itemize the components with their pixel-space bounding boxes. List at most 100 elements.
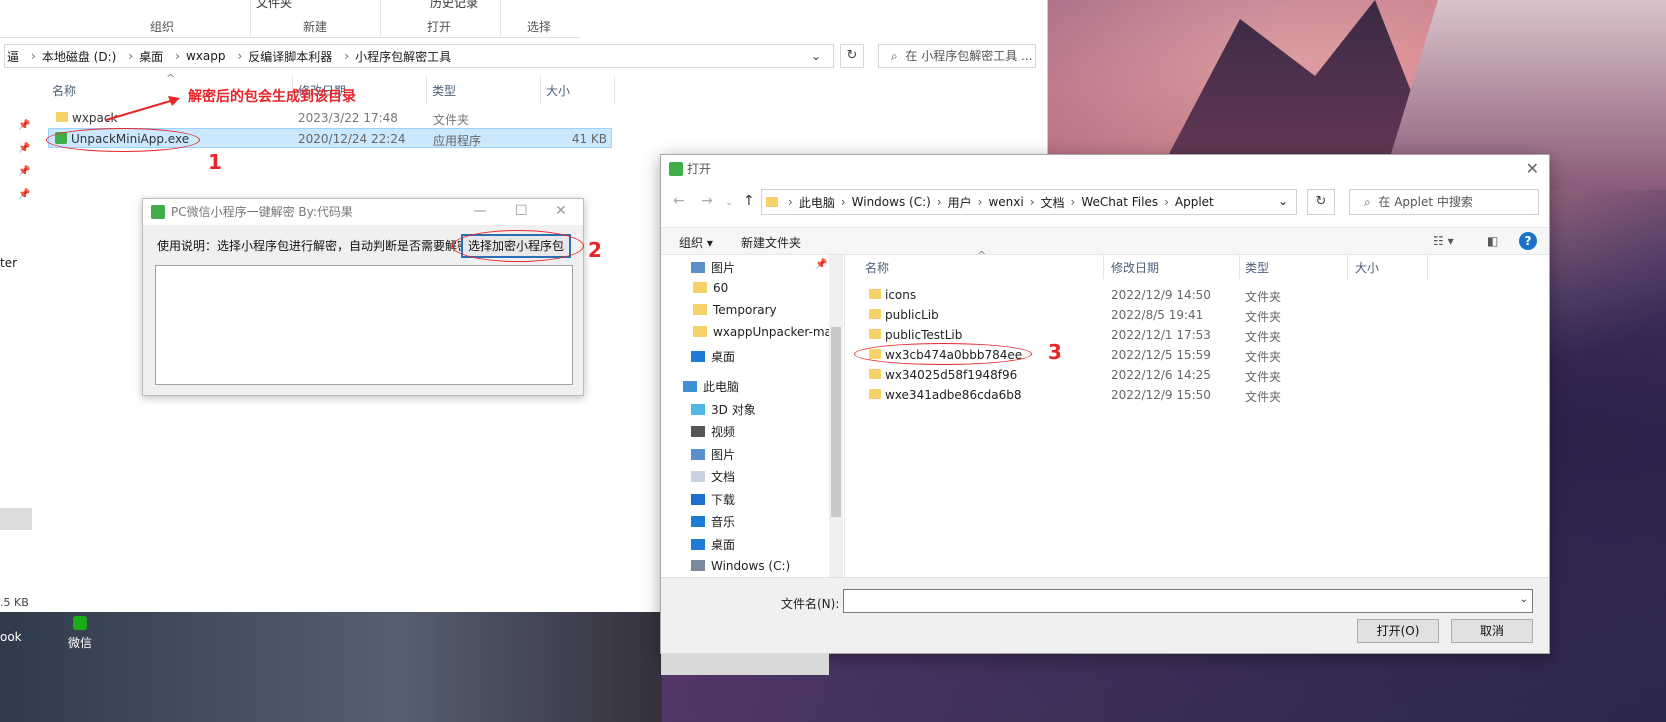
chevron-down-icon[interactable]: ⌄	[811, 49, 821, 63]
output-textarea[interactable]	[155, 265, 573, 385]
file-type: 应用程序	[433, 134, 482, 148]
nav-scrollbar-thumb[interactable]	[831, 327, 841, 517]
help-icon[interactable]: ?	[1519, 232, 1537, 250]
search-placeholder: 在 Applet 中搜索	[1378, 195, 1473, 209]
refresh-button[interactable]: ↻	[840, 44, 864, 68]
breadcrumb-item[interactable]: 小程序包解密工具	[355, 48, 451, 65]
refresh-button[interactable]: ↻	[1307, 189, 1335, 215]
filename-input[interactable]: ⌄	[843, 589, 1533, 613]
forward-arrow-icon[interactable]: →	[701, 193, 713, 209]
column-header-type[interactable]: 类型	[1245, 259, 1269, 276]
annotation-note: 解密后的包会生成到该目录	[188, 89, 356, 105]
row-date: 2022/12/6 14:25	[1111, 368, 1211, 382]
minimize-icon[interactable]: —	[473, 203, 487, 219]
row-type: 文件夹	[1245, 350, 1282, 364]
nav-item[interactable]: wxappUnpacker-mast	[693, 325, 843, 339]
nav-item[interactable]: Temporary	[693, 303, 777, 317]
nav-item[interactable]: 视频	[691, 423, 735, 440]
breadcrumb-item[interactable]: 此电脑	[799, 194, 835, 211]
ribbon-label[interactable]: 文件夹	[256, 0, 292, 11]
new-folder-button[interactable]: 新建文件夹	[741, 234, 801, 251]
breadcrumb-item[interactable]: 桌面	[139, 48, 163, 65]
address-bar[interactable]: 逼 › 本地磁盘 (D:) › 桌面 › wxapp › 反编译脚本利器 › 小程序包解密…	[4, 44, 834, 68]
list-item[interactable]: publicTestLib 2022/12/1 17:53 文件夹	[865, 325, 1425, 345]
file-type: 文件夹	[433, 113, 470, 127]
folder-icon	[56, 112, 68, 122]
nav-item-this-pc[interactable]: 此电脑	[683, 378, 739, 395]
column-header-size[interactable]: 大小	[1355, 259, 1379, 276]
breadcrumb-item[interactable]: 用户	[948, 194, 972, 211]
nav-item-drive-c[interactable]: Windows (C:)	[691, 559, 790, 573]
nav-item[interactable]: 图片	[691, 259, 735, 276]
desktop-icon-label[interactable]: ook	[0, 630, 22, 644]
dialog-search-input[interactable]: ⌕ 在 Applet 中搜索	[1349, 189, 1539, 215]
column-header-size[interactable]: 大小	[546, 82, 570, 99]
pin-icon[interactable]: 📌	[18, 166, 30, 177]
annotation-ellipse	[854, 343, 1032, 365]
row-name: wxe341adbe86cda6b8	[885, 388, 1022, 402]
nav-item[interactable]: 音乐	[691, 513, 735, 530]
nav-item[interactable]: 文档	[691, 468, 735, 485]
chevron-down-icon[interactable]: ⌄	[1520, 594, 1528, 605]
pin-icon[interactable]: 📌	[18, 120, 30, 131]
column-header-name[interactable]: 名称	[52, 82, 76, 99]
search-icon: ⌕	[1364, 195, 1371, 209]
breadcrumb-item[interactable]: 文档	[1041, 194, 1065, 211]
column-header-date[interactable]: 修改日期	[1111, 259, 1159, 276]
breadcrumb-item[interactable]: wxapp	[186, 49, 226, 63]
desktop-icon-wechat[interactable]: 微信	[50, 612, 110, 662]
row-date: 2022/12/9 15:50	[1111, 388, 1211, 402]
ribbon-label[interactable]: 历史记录	[430, 0, 478, 11]
breadcrumb-item[interactable]: 本地磁盘 (D:)	[42, 48, 116, 65]
breadcrumb-item[interactable]: 反编译脚本利器	[248, 48, 332, 65]
up-arrow-icon[interactable]: ↑	[743, 193, 755, 209]
breadcrumb-item[interactable]: wenxi	[988, 195, 1023, 209]
nav-item[interactable]: 桌面	[691, 536, 735, 553]
search-input[interactable]: ⌕ 在 小程序包解密工具 ...	[878, 44, 1036, 68]
maximize-icon[interactable]: ☐	[515, 203, 528, 219]
search-placeholder: 在 小程序包解密工具 ...	[905, 49, 1033, 63]
close-icon[interactable]: ✕	[1526, 159, 1539, 178]
3d-objects-icon	[691, 404, 705, 415]
column-header-type[interactable]: 类型	[432, 82, 456, 99]
pin-icon[interactable]: 📌	[18, 143, 30, 154]
breadcrumb-item[interactable]: WeChat Files	[1081, 195, 1158, 209]
dialog-nav-pane: 图片 📌 60 Temporary wxappUnpacker-mast 桌面 …	[661, 255, 845, 675]
ribbon-group-new: 新建	[303, 20, 328, 34]
nav-selected-item[interactable]	[0, 508, 32, 530]
nav-item[interactable]: 60	[693, 281, 728, 295]
filename-label: 文件名(N):	[781, 597, 840, 611]
folder-icon	[869, 329, 881, 339]
list-item[interactable]: icons 2022/12/9 14:50 文件夹	[865, 285, 1425, 305]
row-name: publicLib	[885, 308, 939, 322]
preview-pane-icon[interactable]: ◧	[1487, 234, 1498, 248]
nav-selected-item	[661, 653, 829, 675]
close-icon[interactable]: ✕	[555, 203, 567, 219]
nav-fragment[interactable]: ter	[0, 256, 17, 270]
row-type: 文件夹	[1245, 310, 1282, 324]
cancel-button[interactable]: 取消	[1451, 619, 1533, 643]
list-item[interactable]: wx34025d58f1948f96 2022/12/6 14:25 文件夹	[865, 365, 1425, 385]
row-date: 2022/8/5 19:41	[1111, 308, 1204, 322]
back-arrow-icon[interactable]: ←	[673, 193, 685, 209]
row-date: 2022/12/9 14:50	[1111, 288, 1211, 302]
annotation-ellipse	[452, 230, 584, 262]
chevron-down-icon[interactable]: ⌄	[1278, 194, 1288, 208]
column-header-name[interactable]: 名称	[865, 259, 889, 276]
nav-item[interactable]: 下载	[691, 491, 735, 508]
row-name: icons	[885, 288, 917, 302]
nav-item[interactable]: 桌面	[691, 348, 735, 365]
breadcrumb-item[interactable]: Windows (C:)	[852, 195, 931, 209]
nav-item[interactable]: 3D 对象	[691, 401, 756, 418]
breadcrumb-item[interactable]: Applet	[1175, 195, 1214, 209]
recent-chevron-icon[interactable]: ⌄	[725, 197, 733, 208]
organize-button[interactable]: 组织 ▾	[679, 234, 713, 251]
view-options-icon[interactable]: ☷ ▾	[1433, 234, 1454, 248]
nav-item[interactable]: 图片	[691, 446, 735, 463]
list-item[interactable]: wxe341adbe86cda6b8 2022/12/9 15:50 文件夹	[865, 385, 1425, 405]
pin-icon[interactable]: 📌	[18, 189, 30, 200]
open-button[interactable]: 打开(O)	[1357, 619, 1439, 643]
pin-icon[interactable]: 📌	[815, 259, 827, 270]
list-item[interactable]: publicLib 2022/8/5 19:41 文件夹	[865, 305, 1425, 325]
dialog-address-bar[interactable]: › 此电脑 › Windows (C:) › 用户 › wenxi › 文档 › WeCh…	[761, 189, 1297, 215]
